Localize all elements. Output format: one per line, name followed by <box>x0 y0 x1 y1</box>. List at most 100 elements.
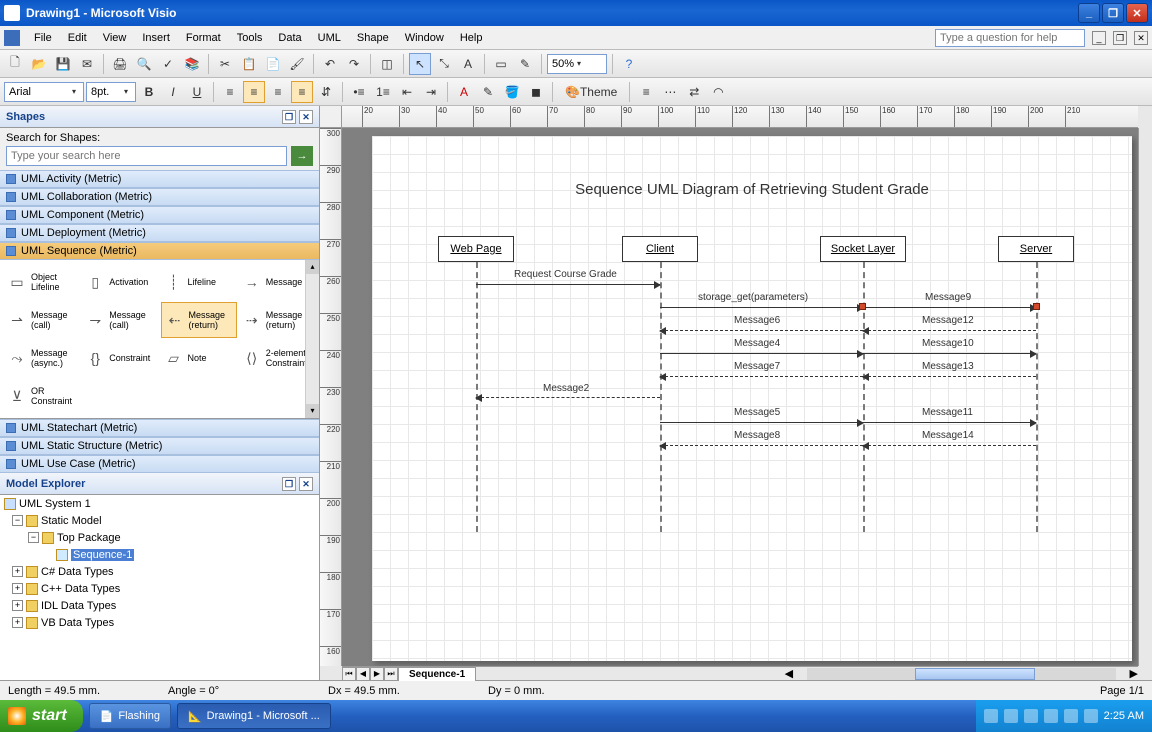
text-tool[interactable]: A <box>457 53 479 75</box>
align-center[interactable]: ≡ <box>243 81 265 103</box>
diagram-title[interactable]: Sequence UML Diagram of Retrieving Stude… <box>372 181 1132 198</box>
line-pattern[interactable]: ⋯ <box>659 81 681 103</box>
lifeline-server[interactable]: Server <box>998 236 1074 262</box>
decrease-indent[interactable]: ⇤ <box>396 81 418 103</box>
arrow-message10[interactable] <box>863 353 1036 354</box>
new-button[interactable]: 🗋 <box>4 53 26 75</box>
stencil-collaboration[interactable]: UML Collaboration (Metric) <box>0 188 319 206</box>
lifeline-client[interactable]: Client <box>622 236 698 262</box>
canvas[interactable]: Sequence UML Diagram of Retrieving Stude… <box>342 128 1138 666</box>
label-message12[interactable]: Message12 <box>922 315 974 326</box>
arrow-message14[interactable] <box>863 445 1036 446</box>
tray-icon[interactable] <box>1044 709 1058 723</box>
bold-button[interactable]: B <box>138 81 160 103</box>
redo-button[interactable]: ↷ <box>343 53 365 75</box>
selection-handle[interactable] <box>859 303 866 310</box>
align-left[interactable]: ≡ <box>219 81 241 103</box>
maximize-button[interactable]: ❐ <box>1102 3 1124 23</box>
vertical-scrollbar[interactable] <box>1138 128 1152 666</box>
format-painter-button[interactable]: 🖌 <box>286 53 308 75</box>
hscroll-left[interactable]: ◀ <box>785 667 793 680</box>
theme-button[interactable]: 🎨 Theme <box>558 81 624 103</box>
hscroll-thumb[interactable] <box>915 668 1035 680</box>
italic-button[interactable]: I <box>162 81 184 103</box>
shapes-search-input[interactable] <box>6 146 287 166</box>
stencil-statechart[interactable]: UML Statechart (Metric) <box>0 419 319 437</box>
tray-icon[interactable] <box>1004 709 1018 723</box>
label-message10[interactable]: Message10 <box>922 338 974 349</box>
shapes-popout[interactable]: ❐ <box>282 110 296 124</box>
lifeline-socketlayer[interactable]: Socket Layer <box>820 236 906 262</box>
start-button[interactable]: start <box>0 700 83 732</box>
task-flashing[interactable]: 📄Flashing <box>89 703 171 729</box>
shape-message-call2[interactable]: ⇁Message (call) <box>82 302 158 338</box>
tab-last[interactable]: ⏭ <box>384 667 398 681</box>
shape-or-constraint[interactable]: ⊻OR Constraint <box>4 378 80 414</box>
paste-button[interactable]: 📄 <box>262 53 284 75</box>
numbering[interactable]: 1≡ <box>372 81 394 103</box>
tree-expand[interactable]: + <box>12 617 23 628</box>
line-color[interactable]: ✎ <box>477 81 499 103</box>
tree-expand[interactable]: + <box>12 583 23 594</box>
open-button[interactable]: 📂 <box>28 53 50 75</box>
close-button[interactable]: ✕ <box>1126 3 1148 23</box>
underline-button[interactable]: U <box>186 81 208 103</box>
hscroll-right[interactable]: ▶ <box>1130 667 1138 680</box>
tab-first[interactable]: ⏮ <box>342 667 356 681</box>
label-message4[interactable]: Message4 <box>734 338 780 349</box>
shapes-button[interactable]: ◫ <box>376 53 398 75</box>
model-explorer-tree[interactable]: UML System 1 −Static Model −Top Package … <box>0 495 319 680</box>
copy-button[interactable]: 📋 <box>238 53 260 75</box>
system-tray[interactable]: 2:25 AM <box>976 700 1152 732</box>
tray-icon[interactable] <box>1024 709 1038 723</box>
increase-indent[interactable]: ⇥ <box>420 81 442 103</box>
undo-button[interactable]: ↶ <box>319 53 341 75</box>
menu-file[interactable]: File <box>26 29 60 47</box>
line-ends[interactable]: ⇄ <box>683 81 705 103</box>
align-right[interactable]: ≡ <box>267 81 289 103</box>
tree-collapse[interactable]: − <box>28 532 39 543</box>
help-button[interactable]: ? <box>618 53 640 75</box>
font-color[interactable]: A <box>453 81 475 103</box>
shape-constraint[interactable]: {}Constraint <box>82 340 158 376</box>
save-button[interactable]: 💾 <box>52 53 74 75</box>
menu-edit[interactable]: Edit <box>60 29 95 47</box>
shape-message-return1[interactable]: ⇠Message (return) <box>161 302 237 338</box>
menu-insert[interactable]: Insert <box>134 29 178 47</box>
shape-2elem-constraint[interactable]: ⟨⟩2-element Constraint <box>239 340 315 376</box>
label-message11[interactable]: Message11 <box>922 407 973 418</box>
minimize-button[interactable]: _ <box>1078 3 1100 23</box>
arrow-message8[interactable] <box>660 445 863 446</box>
arrow-message5[interactable] <box>660 422 863 423</box>
shapes-search-go[interactable]: → <box>291 146 313 166</box>
menu-tools[interactable]: Tools <box>229 29 271 47</box>
mail-button[interactable]: ✉ <box>76 53 98 75</box>
mdi-close[interactable]: ✕ <box>1134 31 1148 45</box>
stencil-activity[interactable]: UML Activity (Metric) <box>0 170 319 188</box>
label-message13[interactable]: Message13 <box>922 361 974 372</box>
research-button[interactable]: 📚 <box>181 53 203 75</box>
menu-view[interactable]: View <box>95 29 135 47</box>
lifeline-webpage[interactable]: Web Page <box>438 236 514 262</box>
shape-activation[interactable]: ▯Activation <box>82 264 158 300</box>
shape-message-async[interactable]: ⤳Message (async.) <box>4 340 80 376</box>
explorer-close[interactable]: ✕ <box>299 477 313 491</box>
arrow-message7[interactable] <box>660 376 863 377</box>
arrow-message9[interactable] <box>863 307 1036 308</box>
fill-color[interactable]: 🪣 <box>501 81 523 103</box>
distribute[interactable]: ⇵ <box>315 81 337 103</box>
arrow-message4[interactable] <box>660 353 863 354</box>
spell-button[interactable]: ✓ <box>157 53 179 75</box>
arrow-storage-get[interactable] <box>660 307 863 308</box>
mdi-minimize[interactable]: _ <box>1092 31 1106 45</box>
tree-expand[interactable]: + <box>12 600 23 611</box>
stencil-usecase[interactable]: UML Use Case (Metric) <box>0 455 319 473</box>
arrow-message13[interactable] <box>863 376 1036 377</box>
tab-next[interactable]: ▶ <box>370 667 384 681</box>
rectangle-tool[interactable]: ▭ <box>490 53 512 75</box>
tray-icon[interactable] <box>984 709 998 723</box>
hscroll-track[interactable] <box>807 668 1115 680</box>
label-message8[interactable]: Message8 <box>734 430 780 441</box>
shapes-close[interactable]: ✕ <box>299 110 313 124</box>
tab-prev[interactable]: ◀ <box>356 667 370 681</box>
